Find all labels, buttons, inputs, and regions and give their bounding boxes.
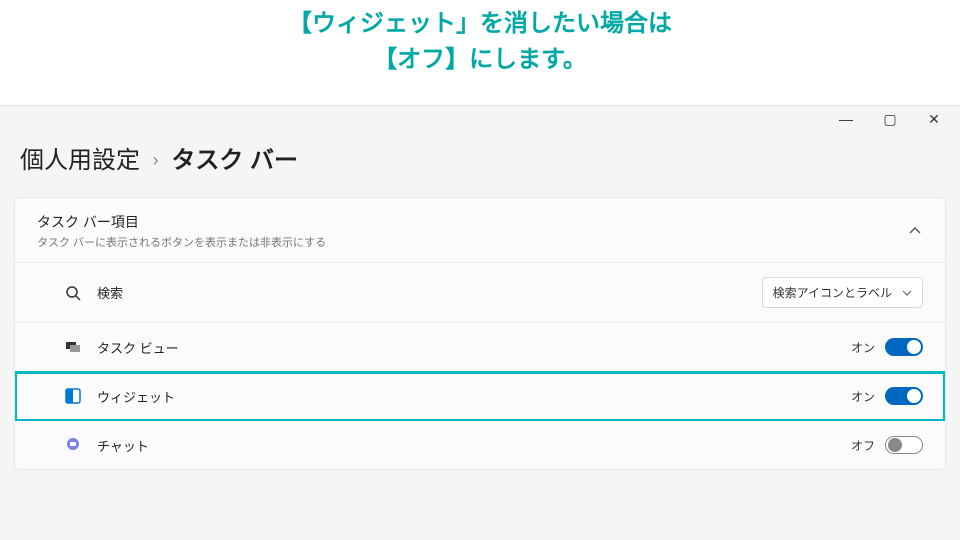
row-widgets-label: ウィジェット xyxy=(97,387,851,406)
panel-subtitle: タスク バーに表示されるボタンを表示または非表示にする xyxy=(37,234,907,250)
taskbar-items-panel: タスク バー項目 タスク バーに表示されるボタンを表示または非表示にする 検索 … xyxy=(14,197,946,470)
breadcrumb-parent[interactable]: 個人用設定 xyxy=(20,147,140,174)
taskview-toggle[interactable] xyxy=(885,338,923,356)
row-search-label: 検索 xyxy=(97,283,762,302)
breadcrumb-current: タスク バー xyxy=(171,147,298,174)
row-chat-state: オフ xyxy=(851,437,875,454)
row-taskview-state: オン xyxy=(851,339,875,356)
search-mode-value: 検索アイコンとラベル xyxy=(773,284,892,301)
chevron-up-icon xyxy=(907,223,923,239)
row-chat: チャット オフ xyxy=(15,421,945,469)
settings-window: — ▢ ✕ 個人用設定 › タスク バー タスク バー項目 タスク バーに表示さ… xyxy=(0,105,960,540)
instruction-line2: 【オフ】にします。 xyxy=(0,42,960,78)
row-taskview: タスク ビュー オン xyxy=(15,323,945,372)
widgets-icon xyxy=(63,386,83,406)
instruction-line1: 【ウィジェット」を消したい場合は xyxy=(0,6,960,42)
window-titlebar: — ▢ ✕ xyxy=(0,106,960,132)
chat-toggle[interactable] xyxy=(885,436,923,454)
chat-icon xyxy=(63,435,83,455)
row-widgets-state: オン xyxy=(851,388,875,405)
maximize-button[interactable]: ▢ xyxy=(882,111,898,128)
row-search: 検索 検索アイコンとラベル xyxy=(15,263,945,323)
breadcrumb: 個人用設定 › タスク バー xyxy=(0,132,960,189)
breadcrumb-separator: › xyxy=(153,150,159,170)
close-button[interactable]: ✕ xyxy=(926,111,942,128)
row-taskview-label: タスク ビュー xyxy=(97,338,851,357)
taskview-icon xyxy=(63,337,83,357)
row-chat-label: チャット xyxy=(97,436,851,455)
row-widgets: ウィジェット オン xyxy=(15,372,945,421)
chevron-down-icon xyxy=(902,288,912,298)
widgets-toggle[interactable] xyxy=(885,387,923,405)
minimize-button[interactable]: — xyxy=(838,111,854,127)
instruction-overlay: 【ウィジェット」を消したい場合は 【オフ】にします。 xyxy=(0,0,960,78)
search-mode-dropdown[interactable]: 検索アイコンとラベル xyxy=(762,277,923,308)
panel-rows: 検索 検索アイコンとラベル タスク ビュー オン ウィジェット xyxy=(15,262,945,469)
panel-header[interactable]: タスク バー項目 タスク バーに表示されるボタンを表示または非表示にする xyxy=(15,198,945,262)
panel-title: タスク バー項目 xyxy=(37,212,907,232)
search-icon xyxy=(63,283,83,303)
